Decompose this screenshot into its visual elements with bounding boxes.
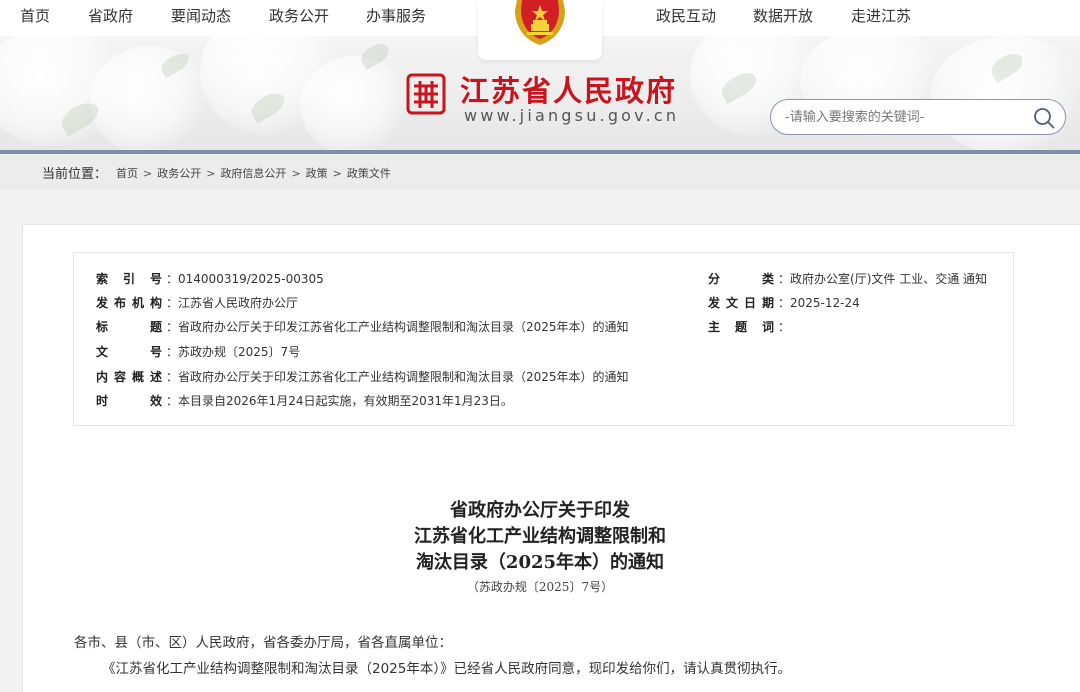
- meta-key: 索引号: [96, 272, 162, 286]
- emblem-tab: [478, 0, 602, 60]
- search-input[interactable]: [785, 107, 1015, 127]
- breadcrumb: 首页 > 政务公开 > 政府信息公开 > 政策 > 政策文件: [116, 165, 391, 181]
- meta-value: 014000319/2025-00305: [178, 272, 324, 286]
- nav-item-interaction[interactable]: 政民互动: [656, 0, 716, 34]
- meta-key: 标题: [96, 320, 162, 334]
- meta-value: 2025-12-24: [790, 296, 860, 310]
- meta-row-publisher: 发布机构 ：江苏省人民政府办公厅: [96, 296, 299, 310]
- article-body-paragraph: 《江苏省化工产业结构调整限制和淘汰目录（2025年本）》已经省人民政府同意，现印…: [102, 661, 792, 677]
- breadcrumb-item-info-disclosure[interactable]: 政府信息公开: [220, 167, 286, 180]
- breadcrumb-item-gov-affairs[interactable]: 政务公开: [157, 167, 201, 180]
- article-salutation: 各市、县（市、区）人民政府，省各委办厅局，省各直属单位：: [74, 635, 452, 651]
- meta-row-summary: 内容概述 ：省政府办公厅关于印发江苏省化工产业结构调整限制和淘汰目录（2025年本…: [96, 370, 629, 384]
- breadcrumb-label: 当前位置：: [42, 167, 108, 182]
- nav-item-services[interactable]: 办事服务: [366, 0, 426, 34]
- article-doc-number: （苏政办规〔2025〕7号）: [466, 580, 614, 594]
- meta-value: 省政府办公厅关于印发江苏省化工产业结构调整限制和淘汰目录（2025年本）的通知: [178, 320, 629, 334]
- nav-item-home[interactable]: 首页: [20, 0, 50, 34]
- meta-value: 苏政办规〔2025〕7号: [178, 345, 301, 359]
- meta-row-issue-date: 发文日期 ：2025-12-24: [708, 296, 860, 310]
- nav-item-about-jiangsu[interactable]: 走进江苏: [851, 0, 911, 34]
- article-title-line-2: 江苏省化工产业结构调整限制和: [414, 526, 666, 547]
- site-title: 江苏省人民政府: [460, 74, 678, 108]
- site-url: www.jiangsu.gov.cn: [464, 106, 680, 125]
- meta-key: 时效: [96, 394, 162, 408]
- breadcrumb-item-policy[interactable]: 政策: [306, 167, 328, 180]
- meta-row-index: 索引号 ：014000319/2025-00305: [96, 272, 324, 286]
- breadcrumb-separator-icon: >: [291, 167, 301, 180]
- meta-row-keywords: 主题词：: [708, 320, 791, 334]
- breadcrumb-separator-icon: >: [332, 167, 342, 180]
- meta-row-title: 标题 ：省政府办公厅关于印发江苏省化工产业结构调整限制和淘汰目录（2025年本）的…: [96, 320, 629, 334]
- meta-row-doc-number: 文号 ：苏政办规〔2025〕7号: [96, 345, 301, 359]
- search-icon: [1034, 108, 1055, 129]
- meta-key: 发文日期: [708, 296, 774, 310]
- jiangsu-gov-logo-icon: [406, 73, 446, 115]
- national-emblem-icon: [515, 0, 565, 45]
- breadcrumb-bar: 当前位置： 首页 > 政务公开 > 政府信息公开 > 政策 > 政策文件: [0, 154, 1080, 190]
- breadcrumb-separator-icon: >: [143, 167, 153, 180]
- nav-item-news[interactable]: 要闻动态: [171, 0, 231, 34]
- meta-key: 文号: [96, 345, 162, 359]
- meta-value: 政府办公室(厅)文件 工业、交通 通知: [790, 272, 988, 286]
- breadcrumb-separator-icon: >: [206, 167, 216, 180]
- nav-item-province-gov[interactable]: 省政府: [88, 0, 133, 34]
- meta-key: 内容概述: [96, 370, 162, 384]
- nav-item-gov-affairs[interactable]: 政务公开: [269, 0, 329, 34]
- meta-value: 本目录自2026年1月24日起实施，有效期至2031年1月23日。: [178, 394, 513, 408]
- nav-item-open-data[interactable]: 数据开放: [753, 0, 813, 34]
- search-box: [770, 99, 1066, 135]
- meta-key: 分类: [708, 272, 774, 286]
- meta-row-validity: 时效 ：本目录自2026年1月24日起实施，有效期至2031年1月23日。: [96, 394, 513, 408]
- search-button[interactable]: [1033, 107, 1055, 133]
- meta-value: 省政府办公厅关于印发江苏省化工产业结构调整限制和淘汰目录（2025年本）的通知: [178, 370, 629, 384]
- breadcrumb-item-home[interactable]: 首页: [116, 167, 138, 180]
- article-title-line-3: 淘汰目录（2025年本）的通知: [415, 552, 665, 573]
- meta-key: 发布机构: [96, 296, 162, 310]
- breadcrumb-item-policy-docs[interactable]: 政策文件: [347, 167, 391, 180]
- article-title-line-1: 省政府办公厅关于印发: [450, 500, 630, 521]
- meta-key: 主题词: [708, 320, 774, 334]
- meta-value: 江苏省人民政府办公厅: [178, 296, 299, 310]
- meta-row-category: 分类 ：政府办公室(厅)文件 工业、交通 通知: [708, 272, 988, 286]
